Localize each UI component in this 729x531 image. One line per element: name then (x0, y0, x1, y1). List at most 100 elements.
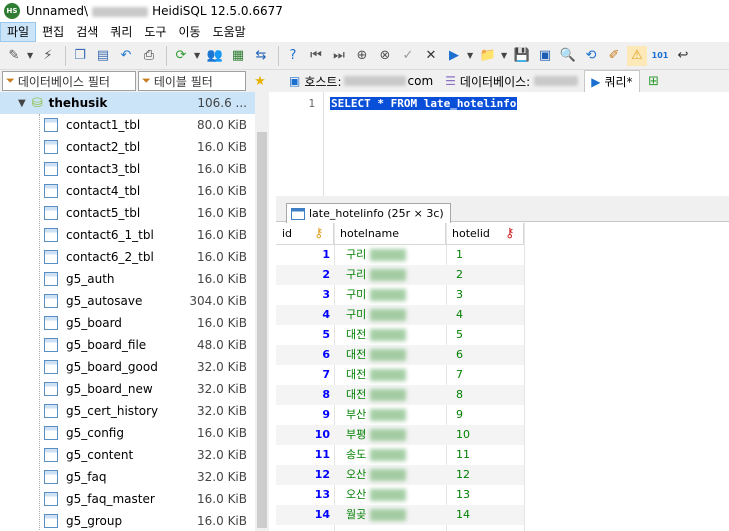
export-icon[interactable]: ▦ (228, 46, 248, 66)
database-filter-input[interactable]: ⏷ 데이터베이스 필터 (2, 71, 136, 91)
menu-go[interactable]: 이동 (172, 22, 206, 42)
tree-scrollbar-thumb[interactable] (257, 132, 267, 528)
cell-hotelid[interactable]: 4 (456, 305, 463, 325)
save-as-icon[interactable]: ▣ (535, 46, 555, 66)
table-row[interactable]: 5 대전 5 (276, 325, 524, 345)
cell-hotelid[interactable]: 5 (456, 325, 463, 345)
table-row[interactable]: 7 대전 7 (276, 365, 524, 385)
new-query-tab-icon[interactable]: ⊞ (644, 71, 664, 91)
tree-table-item[interactable]: contact6_2_tbl 16.0 KiB (0, 246, 255, 268)
run-query-icon[interactable]: ▶ (444, 46, 464, 66)
menu-file[interactable]: 파일 (0, 22, 37, 42)
cell-id[interactable]: 4 (276, 305, 334, 325)
cell-id[interactable]: 7 (276, 365, 334, 385)
help-icon[interactable]: ? (283, 46, 303, 66)
cell-id[interactable]: 11 (276, 445, 334, 465)
disconnect-icon[interactable]: ⚡ (38, 46, 58, 66)
word-wrap-icon[interactable]: ↩ (673, 46, 693, 66)
last-record-icon[interactable]: ⏭ (329, 46, 349, 66)
column-header-id[interactable]: id (276, 223, 334, 245)
cell-hotelid[interactable]: 10 (456, 425, 470, 445)
cell-hotelname[interactable]: 구리 (346, 245, 407, 265)
cancel-icon[interactable]: ✕ (421, 46, 441, 66)
clear-icon[interactable]: ✐ (604, 46, 624, 66)
warning-icon[interactable]: ⚠ (627, 45, 647, 66)
table-row[interactable]: 2 구리 2 (276, 265, 524, 285)
cell-id[interactable]: 13 (276, 485, 334, 505)
tab-result-late-hotelinfo[interactable]: late_hotelinfo (25r × 3c) (286, 203, 451, 223)
delete-record-icon[interactable]: ⊗ (375, 46, 395, 66)
cell-hotelname[interactable]: 부평 (346, 425, 407, 445)
cell-id[interactable]: 12 (276, 465, 334, 485)
replace-icon[interactable]: ⟲ (581, 46, 601, 66)
cell-hotelname[interactable]: 월곶 (346, 505, 407, 525)
table-row[interactable]: 14 월곶 14 (276, 505, 524, 525)
cell-id[interactable]: 1 (276, 245, 334, 265)
menu-edit[interactable]: 편집 (36, 22, 70, 42)
table-filter-input[interactable]: ⏷ 테이블 필터 (138, 71, 246, 91)
table-row[interactable]: 6 대전 6 (276, 345, 524, 365)
cell-id[interactable]: 6 (276, 345, 334, 365)
cell-id[interactable]: 10 (276, 425, 334, 445)
cell-hotelid[interactable]: 14 (456, 505, 470, 525)
tree-table-item[interactable]: contact2_tbl 16.0 KiB (0, 136, 255, 158)
cell-id[interactable]: 9 (276, 405, 334, 425)
table-row[interactable]: 3 구미 3 (276, 285, 524, 305)
save-icon[interactable]: 💾 (512, 46, 532, 66)
post-record-icon[interactable]: ✓ (398, 46, 418, 66)
cell-hotelname[interactable]: 오산 (346, 465, 407, 485)
add-record-icon[interactable]: ⊕ (352, 46, 372, 66)
chevron-down-icon[interactable]: ▼ (467, 51, 475, 60)
chevron-down-icon[interactable]: ▼ (194, 51, 202, 60)
cell-hotelid[interactable]: 2 (456, 265, 463, 285)
tree-table-item[interactable]: contact6_1_tbl 16.0 KiB (0, 224, 255, 246)
tree-table-item[interactable]: g5_auth 16.0 KiB (0, 268, 255, 290)
connect-plug-icon[interactable]: ✎ (4, 46, 24, 66)
cell-hotelname[interactable]: 구리 (346, 265, 407, 285)
tree-table-item[interactable]: g5_board_file 48.0 KiB (0, 334, 255, 356)
cell-id[interactable]: 8 (276, 385, 334, 405)
cell-hotelid[interactable]: 1 (456, 245, 463, 265)
tree-table-item[interactable]: g5_cert_history 32.0 KiB (0, 400, 255, 422)
tree-database-thehusik[interactable]: ▼ ⛁ thehusik 106.6 ... (0, 92, 255, 114)
cell-hotelname[interactable]: 대전 (346, 345, 407, 365)
cell-hotelid[interactable]: 6 (456, 345, 463, 365)
binary-icon[interactable]: 101 (650, 46, 670, 66)
table-row[interactable]: 8 대전 8 (276, 385, 524, 405)
cell-hotelid[interactable]: 12 (456, 465, 470, 485)
cell-id[interactable]: 14 (276, 505, 334, 525)
cell-hotelid[interactable]: 3 (456, 285, 463, 305)
table-row[interactable]: 1 구리 1 (276, 245, 524, 265)
cell-id[interactable]: 5 (276, 325, 334, 345)
menu-tools[interactable]: 도구 (138, 22, 172, 42)
tree-table-item[interactable]: g5_board_new 32.0 KiB (0, 378, 255, 400)
tree-table-item[interactable]: g5_autosave 304.0 KiB (0, 290, 255, 312)
tree-table-item[interactable]: contact5_tbl 16.0 KiB (0, 202, 255, 224)
tree-table-item[interactable]: contact4_tbl 16.0 KiB (0, 180, 255, 202)
chevron-down-icon[interactable]: ▼ (18, 98, 26, 109)
cell-hotelid[interactable]: 7 (456, 365, 463, 385)
cell-hotelname[interactable]: 오산 (346, 485, 407, 505)
cell-hotelname[interactable]: 구미 (346, 305, 407, 325)
open-folder-icon[interactable]: 📁 (478, 46, 498, 66)
menu-query[interactable]: 쿼리 (104, 22, 138, 42)
tree-table-item[interactable]: g5_board 16.0 KiB (0, 312, 255, 334)
cell-hotelname[interactable]: 대전 (346, 365, 407, 385)
copy-icon[interactable]: ❐ (70, 46, 90, 66)
favorite-star-icon[interactable]: ★ (250, 71, 270, 91)
cell-hotelid[interactable]: 11 (456, 445, 470, 465)
tab-query[interactable]: ▶ 쿼리* (584, 70, 640, 92)
table-row[interactable]: 10 부평 10 (276, 425, 524, 445)
cell-id[interactable]: 3 (276, 285, 334, 305)
table-row[interactable]: 9 부산 9 (276, 405, 524, 425)
table-row[interactable]: 12 오산 12 (276, 465, 524, 485)
cell-hotelname[interactable]: 대전 (346, 325, 407, 345)
menu-search[interactable]: 검색 (70, 22, 104, 42)
tree-table-item[interactable]: g5_config 16.0 KiB (0, 422, 255, 444)
cell-id[interactable]: 2 (276, 265, 334, 285)
transfer-icon[interactable]: ⇆ (251, 46, 271, 66)
print-icon[interactable]: ⎙ (139, 46, 159, 66)
paste-icon[interactable]: ▤ (93, 46, 113, 66)
menu-help[interactable]: 도움말 (207, 22, 252, 42)
tree-table-item[interactable]: g5_group 16.0 KiB (0, 510, 255, 531)
